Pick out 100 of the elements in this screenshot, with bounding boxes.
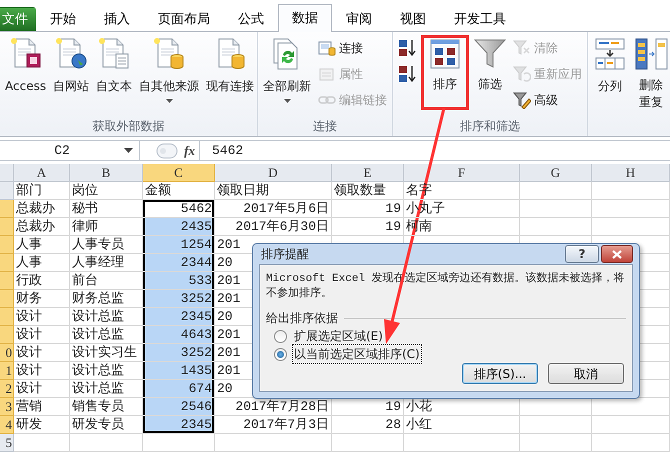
column-header[interactable]: G [520,164,592,182]
row-header[interactable] [0,290,14,308]
ribbon-tab[interactable]: 开发工具 [440,7,520,31]
ribbon-tab[interactable]: 文件 [0,7,36,31]
column-header[interactable]: D [215,164,332,182]
row-header[interactable] [0,218,14,236]
table-cell: 领取日期 [215,182,332,200]
ribbon-button[interactable]: 删除重复 [632,35,670,113]
ribbon-button[interactable]: 筛选 [472,35,508,95]
table-cell [143,434,215,452]
dialog-button[interactable]: 排序(S)... [462,363,538,384]
row-header[interactable]: 1 [0,362,14,380]
row-header[interactable] [0,182,14,200]
row-header[interactable] [0,272,14,290]
ribbon-button[interactable]: 排序 [421,35,469,110]
sort-descending-icon [398,64,416,84]
table-cell: 2546 [143,398,215,416]
advanced-filter-icon [513,91,531,109]
row-header[interactable] [0,254,14,272]
table-cell: 1435 [143,362,215,380]
table-cell: 研发 [14,416,70,434]
ribbon-button[interactable]: 分列 [591,35,629,97]
ribbon-tab[interactable]: 公式 [224,7,278,31]
formula-input[interactable]: 5462 [200,141,670,160]
table-cell [520,416,592,434]
ribbon-button[interactable]: 现有连接 [204,35,256,97]
remove-duplicates-icon [634,37,668,71]
insert-function-button[interactable]: fx [184,140,195,160]
table-cell: 岗位 [70,182,143,200]
table-cell: 3252 [143,290,215,308]
database-document-icon [152,37,186,71]
row-header[interactable]: 5 [0,434,14,452]
icon-button[interactable] [396,37,418,59]
caret-icon [124,148,133,153]
row-header[interactable]: 2 [0,380,14,398]
row-header[interactable] [0,200,14,218]
help-button[interactable]: ? [565,245,599,263]
group-label: 获取外部数据 [92,118,166,135]
column-header[interactable]: A [14,164,70,182]
table-cell: 人事 [14,254,70,272]
text-document-icon [97,37,132,71]
ribbon-tab[interactable]: 插入 [90,7,144,31]
group-label: 连接 [312,118,338,135]
table-cell: 设计 [14,326,70,344]
ribbon-button[interactable]: 自其他来源 [137,35,202,105]
table-cell: 小红 [404,416,520,434]
filter-icon [474,37,506,69]
ribbon-tab[interactable]: 数据 [278,4,332,32]
row-header[interactable]: 3 [0,398,14,416]
close-button[interactable] [601,245,633,263]
ribbon-button[interactable]: Access [3,35,48,97]
column-header[interactable]: H [592,164,670,182]
radio-button[interactable] [274,348,287,360]
ribbon-button[interactable]: 全部刷新 [261,35,313,105]
select-all-corner[interactable] [0,164,14,182]
globe-document-icon [54,37,88,71]
table-cell: 总裁办 [14,218,70,236]
ribbon-button[interactable]: 自文本 [94,35,134,97]
table-cell: 人事 [14,236,70,254]
close-icon [612,250,622,258]
column-header[interactable]: C [143,164,215,182]
table-cell: 设计 [14,380,70,398]
row-header[interactable]: 4 [0,416,14,434]
table-cell: 2345 [143,308,215,326]
ribbon-button[interactable]: 高级 [511,89,584,111]
ribbon-tab[interactable]: 开始 [36,7,90,31]
ribbon-tab[interactable]: 页面布局 [144,7,224,31]
table-cell: 2017年5月6日 [215,200,332,218]
ribbon-tab[interactable]: 视图 [386,7,440,31]
table-cell: 28 [332,416,404,434]
column-header[interactable]: B [70,164,143,182]
ribbon-button[interactable]: 自网站 [51,35,92,97]
table-cell: 3252 [143,344,215,362]
ribbon-tab[interactable]: 审阅 [332,7,386,31]
handle-icon [156,142,178,158]
row-header[interactable] [0,236,14,254]
table-cell: 19 [332,200,404,218]
row-header[interactable] [0,326,14,344]
table-cell: 设计 [14,308,70,326]
row-header[interactable]: 0 [0,344,14,362]
row-header[interactable] [0,308,14,326]
ribbon-button[interactable]: 连接 [316,37,389,59]
table-cell: 2435 [143,218,215,236]
option-label[interactable]: 以当前选定区域排序(C) [292,344,422,364]
table-cell [520,182,592,200]
table-cell: 2017年6月30日 [215,218,332,236]
table-cell: 设计 [14,344,70,362]
table-cell: 2345 [143,416,215,434]
table-cell: 设计 [14,362,70,380]
column-header[interactable]: E [332,164,404,182]
column-header[interactable]: F [404,164,520,182]
radio-button[interactable] [274,330,287,342]
name-box[interactable]: C2 [0,141,140,160]
table-cell: 行政 [14,272,70,290]
icon-button[interactable] [396,63,418,85]
dialog-button[interactable]: 取消 [548,363,624,384]
table-cell: 674 [143,380,215,398]
table-cell: 5462 [143,200,215,218]
group-label: 排序和筛选 [459,118,521,135]
table-cell: 财务 [14,290,70,308]
